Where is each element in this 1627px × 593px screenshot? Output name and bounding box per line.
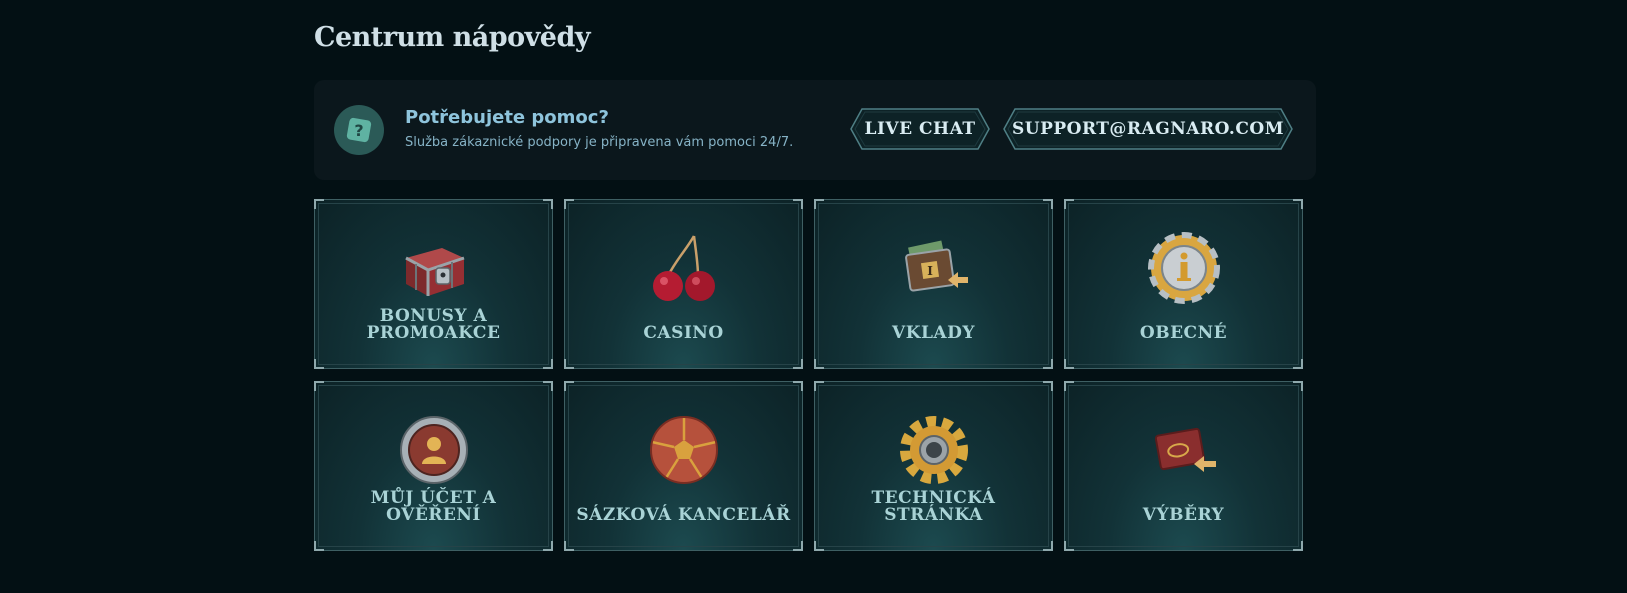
category-card-account[interactable]: MŮJ ÚČET A OVĚŘENÍ [314,381,553,551]
category-card-withdrawals[interactable]: VÝBĚRY [1064,381,1303,551]
user-account-icon [399,416,468,484]
deposit-wallet-icon: I [904,240,968,292]
category-label: BONUSY A PROMOAKCE [366,306,501,343]
help-subtitle: Služba zákaznické podpory je připravena … [405,135,794,150]
support-email-button[interactable]: SUPPORT@RAGNARO.COM [1003,108,1293,150]
category-card-general[interactable]: OBECNÉ [1064,199,1303,369]
treasure-chest-icon [404,248,464,296]
category-label: OBECNÉ [1139,323,1228,343]
svg-text:?: ? [354,121,363,140]
category-card-sportsbook[interactable]: SÁZKOVÁ KANCELÁŘ [564,381,803,551]
cherries-icon [652,235,715,301]
category-label: VÝBĚRY [1142,505,1225,525]
category-card-bonuses[interactable]: BONUSY A PROMOAKCE [314,199,553,369]
question-icon: ? [334,105,384,155]
help-banner: ? Potřebujete pomoc? Služba zákaznické p… [314,80,1316,180]
gear-icon [899,416,968,484]
support-email-label: SUPPORT@RAGNARO.COM [1011,119,1285,139]
category-label: VKLADY [892,323,975,343]
live-chat-button[interactable]: LIVE CHAT [850,108,990,150]
info-coin-icon [1147,232,1220,304]
category-label: SÁZKOVÁ KANCELÁŘ [576,505,791,525]
category-card-casino[interactable]: CASINO [564,199,803,369]
category-card-technical[interactable]: TECHNICKÁ STRÁNKA [814,381,1053,551]
football-icon [649,416,718,484]
svg-text:I: I [927,264,933,278]
category-card-deposits[interactable]: I VKLADY [814,199,1053,369]
category-label: TECHNICKÁ STRÁNKA [871,488,996,525]
withdrawal-wallet-icon [1154,427,1216,472]
live-chat-label: LIVE CHAT [864,119,976,139]
category-label: MŮJ ÚČET A OVĚŘENÍ [370,488,497,525]
help-title: Potřebujete pomoc? [405,107,609,128]
page-title: Centrum nápovědy [314,22,591,53]
category-label: CASINO [643,323,724,343]
